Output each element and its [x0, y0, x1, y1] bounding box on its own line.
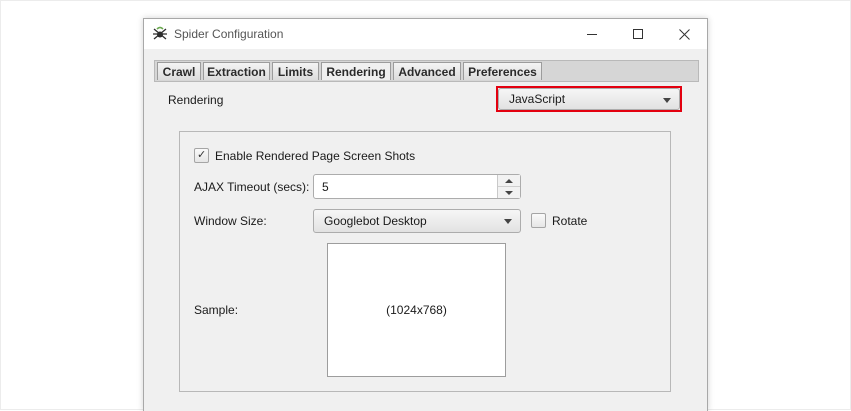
window-size-label: Window Size: [194, 214, 267, 228]
tab-limits[interactable]: Limits [272, 62, 319, 80]
window-size-select[interactable]: Googlebot Desktop [313, 209, 521, 233]
tab-extraction[interactable]: Extraction [203, 62, 270, 80]
spider-icon [152, 26, 168, 42]
tab-preferences[interactable]: Preferences [463, 62, 542, 80]
minimize-icon [587, 34, 597, 35]
highlight-box [496, 86, 682, 112]
ajax-timeout-value[interactable]: 5 [322, 180, 329, 194]
ajax-timeout-spinner[interactable]: 5 [313, 174, 521, 199]
increment-button[interactable] [498, 175, 520, 187]
tab-advanced[interactable]: Advanced [393, 62, 461, 80]
tab-rendering[interactable]: Rendering [321, 62, 391, 80]
chevron-down-icon [504, 219, 512, 224]
rotate-checkbox[interactable] [531, 213, 546, 228]
decrement-button[interactable] [498, 187, 520, 198]
maximize-icon [633, 29, 643, 39]
sample-label: Sample: [194, 303, 239, 317]
checkmark-icon: ✓ [197, 149, 207, 161]
rotate-label: Rotate [552, 214, 588, 228]
arrow-down-icon [505, 190, 513, 195]
minimize-button[interactable] [569, 19, 615, 49]
sample-preview: (1024x768) [327, 243, 506, 377]
window-size-value: Googlebot Desktop [324, 214, 427, 228]
spinner-buttons [497, 175, 520, 198]
screenshots-checkbox[interactable]: ✓ [194, 148, 209, 163]
maximize-button[interactable] [615, 19, 661, 49]
ajax-timeout-label: AJAX Timeout (secs): [194, 180, 310, 194]
tab-crawl[interactable]: Crawl [157, 62, 201, 80]
rendering-label: Rendering [168, 93, 224, 107]
title-bar[interactable]: Spider Configuration [144, 19, 707, 49]
arrow-up-icon [505, 178, 513, 183]
sample-size-text: (1024x768) [386, 303, 447, 317]
close-icon [678, 28, 690, 40]
window-title: Spider Configuration [174, 27, 284, 41]
tab-bar: Crawl Extraction Limits Rendering Advanc… [154, 60, 699, 82]
screenshots-label: Enable Rendered Page Screen Shots [215, 149, 416, 163]
close-button[interactable] [661, 19, 707, 49]
